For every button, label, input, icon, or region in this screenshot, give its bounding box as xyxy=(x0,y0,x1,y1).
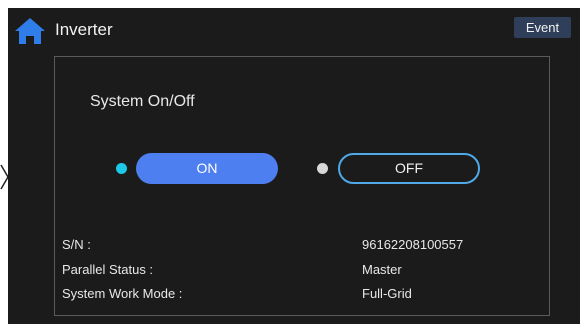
parallel-status-value: Master xyxy=(362,262,402,277)
section-title: System On/Off xyxy=(90,93,195,110)
off-indicator-dot xyxy=(317,163,328,174)
work-mode-label: System Work Mode : xyxy=(62,286,183,301)
event-button[interactable]: Event xyxy=(514,17,571,38)
page-title: Inverter xyxy=(55,20,113,39)
system-panel: System On/Off ON OFF S/N : 9616220810055… xyxy=(54,56,550,316)
on-indicator-dot xyxy=(116,163,127,174)
parallel-status-label: Parallel Status : xyxy=(62,262,154,277)
on-button[interactable]: ON xyxy=(136,153,278,184)
work-mode-value: Full-Grid xyxy=(362,286,412,301)
serial-number-label: S/N : xyxy=(62,237,91,252)
inverter-screen: Inverter Event System On/Off ON OFF S/N … xyxy=(8,8,580,324)
home-icon[interactable] xyxy=(14,17,46,45)
serial-number-value: 96162208100557 xyxy=(362,237,464,252)
off-button[interactable]: OFF xyxy=(338,153,480,184)
